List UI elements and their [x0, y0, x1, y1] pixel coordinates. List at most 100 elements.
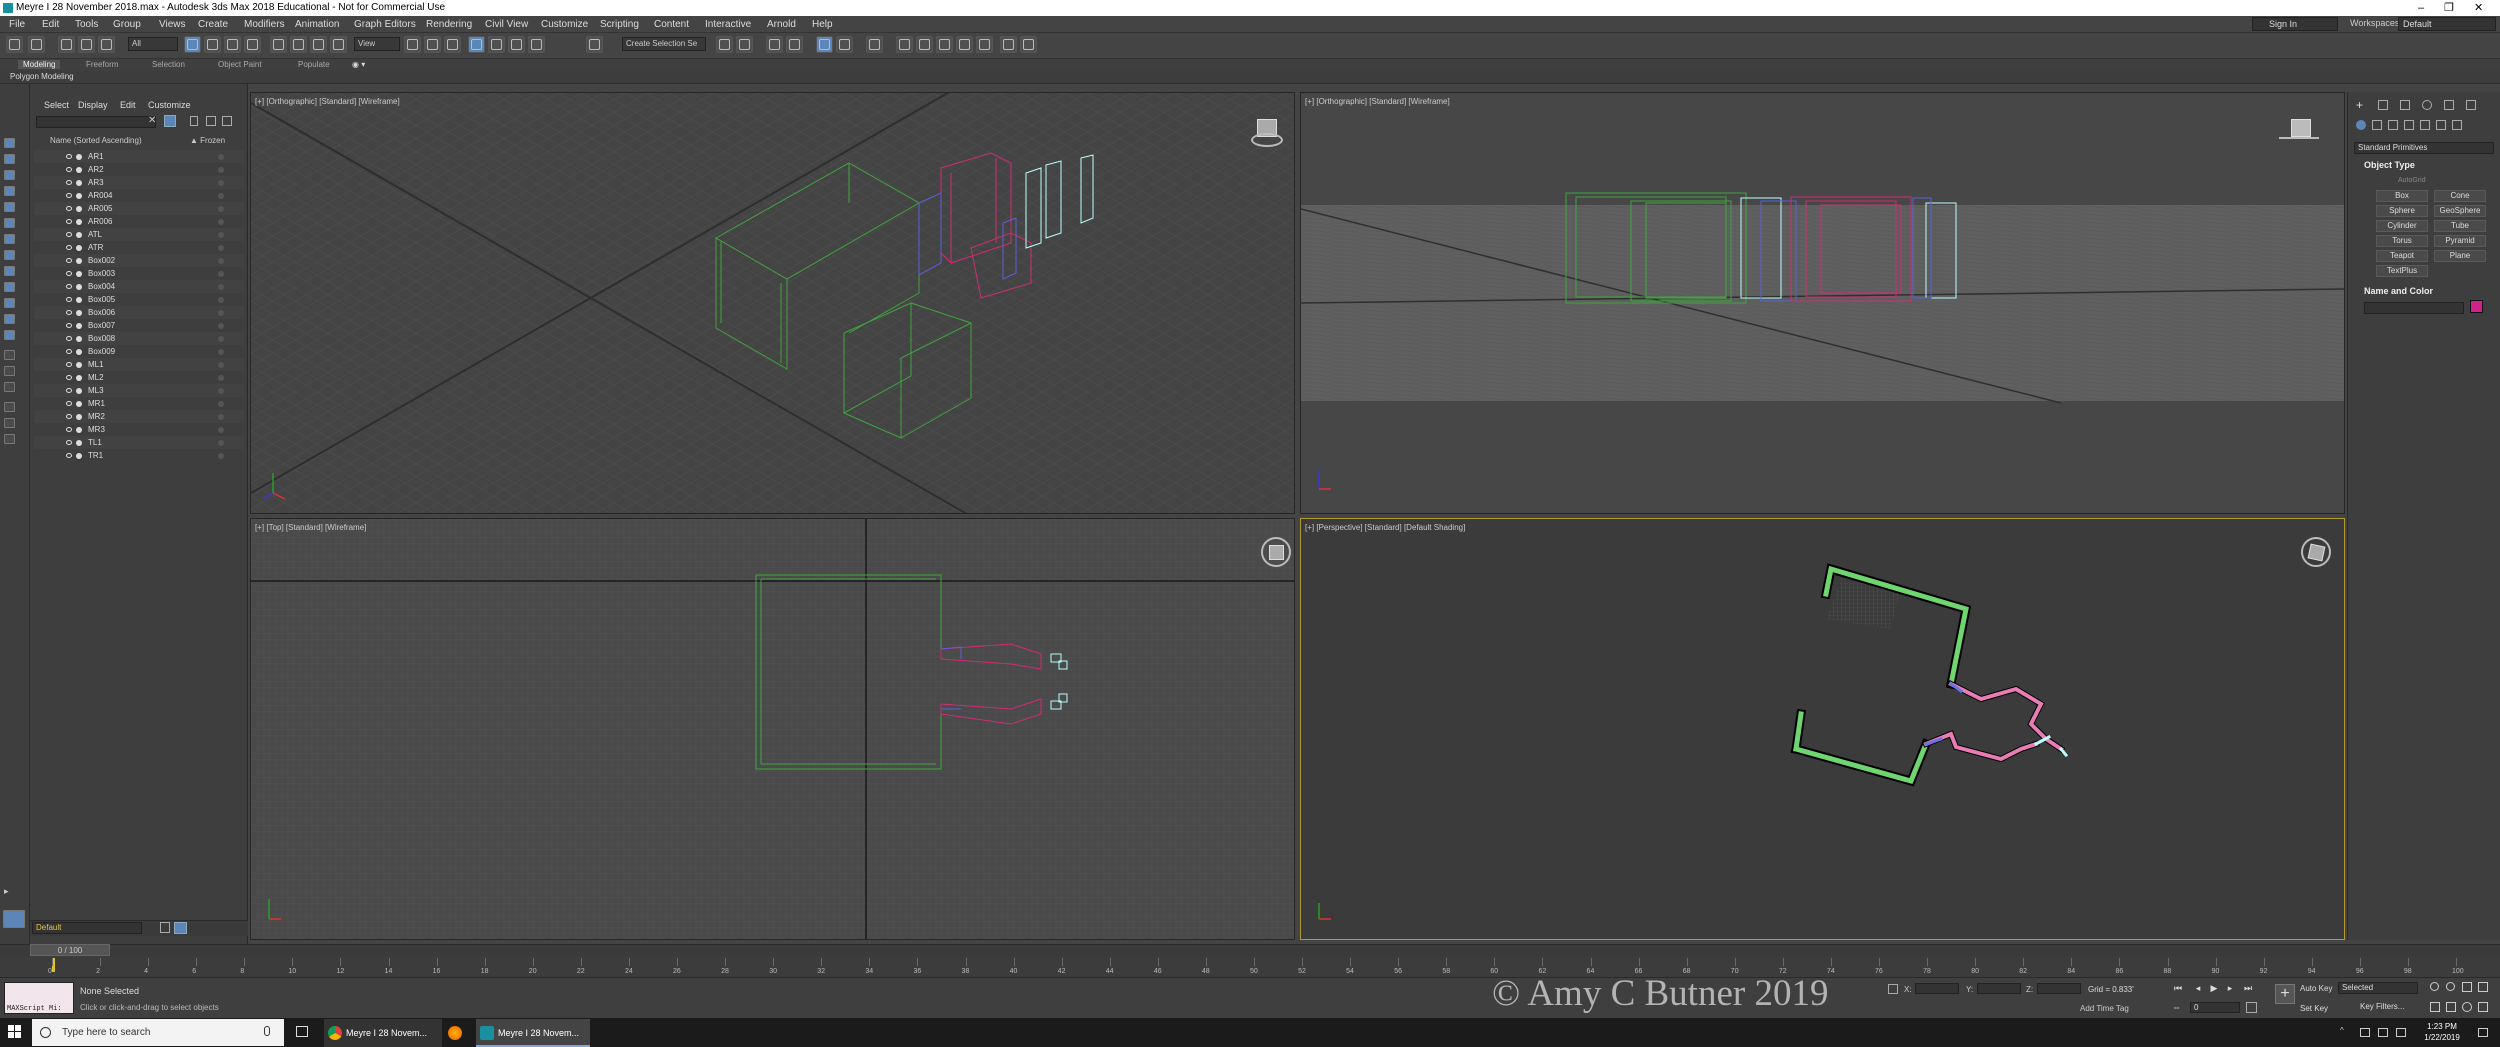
layers-toggle-icon[interactable] [222, 116, 232, 126]
play-icon[interactable]: ▶ [2208, 982, 2220, 994]
frozen-icon[interactable] [218, 388, 224, 394]
viewport-label[interactable]: [+] [Top] [Standard] [Wireframe] [255, 523, 366, 532]
window-crossing-button[interactable] [244, 36, 261, 53]
visibility-eye-icon[interactable] [66, 297, 72, 302]
network-icon[interactable] [2360, 1028, 2370, 1037]
create-plane-button[interactable]: Plane [2434, 250, 2486, 262]
scene-object-row[interactable]: Box005 [34, 293, 244, 306]
menu-civil-view[interactable]: Civil View [485, 19, 528, 30]
display-geometry-icon[interactable] [4, 154, 15, 164]
key-selection-dropdown[interactable]: Selected [2338, 982, 2418, 994]
scene-object-row[interactable]: MR3 [34, 423, 244, 436]
mirror-button[interactable] [716, 36, 733, 53]
menu-help[interactable]: Help [812, 19, 833, 30]
visibility-eye-icon[interactable] [66, 271, 72, 276]
frozen-icon[interactable] [218, 154, 224, 160]
notifications-icon[interactable] [2478, 1028, 2488, 1037]
unlink-button[interactable] [78, 36, 95, 53]
set-key-button[interactable]: Set Key [2300, 1004, 2328, 1013]
spacewarps-icon[interactable] [2436, 120, 2446, 130]
tab-select[interactable]: Select [44, 100, 69, 110]
viewport-label[interactable]: [+] [Orthographic] [Standard] [Wireframe… [1305, 97, 1450, 106]
menu-scripting[interactable]: Scripting [600, 19, 639, 30]
renderable-icon[interactable] [76, 154, 82, 160]
frozen-icon[interactable] [218, 180, 224, 186]
ribbon-toggle-button[interactable] [786, 36, 803, 53]
create-torus-button[interactable]: Torus [2376, 235, 2428, 247]
current-layer-dropdown[interactable]: Default [32, 922, 142, 934]
renderable-icon[interactable] [76, 232, 82, 238]
scene-object-row[interactable]: AR3 [34, 176, 244, 189]
select-manipulate-button[interactable] [424, 36, 441, 53]
frozen-icon[interactable] [218, 258, 224, 264]
menu-rendering[interactable]: Rendering [426, 19, 472, 30]
zoom-extents-all-icon[interactable] [2478, 982, 2488, 992]
visibility-eye-icon[interactable] [66, 440, 72, 445]
named-selection-dropdown[interactable]: Create Selection Se [622, 37, 706, 51]
render-setup-button[interactable] [896, 36, 913, 53]
primitive-category-dropdown[interactable]: Standard Primitives [2354, 142, 2494, 154]
systems-icon[interactable] [2452, 120, 2462, 130]
ribbon-tab-modeling[interactable]: Modeling [18, 60, 61, 69]
ribbon-tab-freeform[interactable]: Freeform [86, 60, 118, 69]
zoom-all-icon[interactable] [2446, 982, 2455, 991]
menu-modifiers[interactable]: Modifiers [244, 19, 285, 30]
renderable-icon[interactable] [76, 193, 82, 199]
material-editor-button[interactable] [866, 36, 883, 53]
windows-start-icon[interactable] [8, 1025, 22, 1039]
redo-button[interactable] [28, 36, 45, 53]
ribbon-tab-selection[interactable]: Selection [152, 60, 185, 69]
layer-manager-icon[interactable] [160, 922, 170, 933]
clear-search-icon[interactable]: ✕ [148, 115, 156, 126]
viewcube-icon[interactable] [1261, 537, 1291, 567]
visibility-eye-icon[interactable] [66, 375, 72, 380]
visibility-eye-icon[interactable] [66, 323, 72, 328]
x-coordinate-input[interactable] [1915, 983, 1959, 994]
viewport-orthographic-top-right[interactable]: [+] [Orthographic] [Standard] [Wireframe… [1300, 92, 2345, 514]
tab-edit[interactable]: Edit [120, 100, 136, 110]
lights-icon[interactable] [2388, 120, 2398, 130]
layer-explorer-button[interactable] [766, 36, 783, 53]
renderable-icon[interactable] [76, 245, 82, 251]
visibility-eye-icon[interactable] [66, 232, 72, 237]
minimize-button[interactable]: – [2418, 0, 2424, 16]
invert-display-icon[interactable] [4, 382, 15, 392]
viewport-label[interactable]: [+] [Orthographic] [Standard] [Wireframe… [255, 97, 400, 106]
taskbar-app-chrome[interactable]: Meyre I 28 Novem... [324, 1019, 442, 1047]
scene-object-row[interactable]: Box006 [34, 306, 244, 319]
orbit-icon[interactable] [2462, 1002, 2472, 1012]
visibility-eye-icon[interactable] [66, 453, 72, 458]
visibility-eye-icon[interactable] [66, 193, 72, 198]
frozen-icon[interactable] [218, 453, 224, 459]
selection-filter-dropdown[interactable]: All [128, 37, 178, 51]
visibility-eye-icon[interactable] [66, 258, 72, 263]
visibility-eye-icon[interactable] [66, 414, 72, 419]
viewcube-icon[interactable] [2301, 537, 2331, 567]
go-to-end-icon[interactable]: ⏭ [2242, 982, 2254, 994]
display-shapes-icon[interactable] [4, 170, 15, 180]
time-config-icon[interactable] [2246, 1002, 2257, 1013]
frozen-icon[interactable] [218, 206, 224, 212]
rotate-button[interactable] [290, 36, 307, 53]
create-box-button[interactable]: Box [2376, 190, 2428, 202]
renderable-icon[interactable] [76, 440, 82, 446]
object-type-rollout[interactable]: Object Type [2364, 160, 2415, 170]
placement-button[interactable] [330, 36, 347, 53]
fov-icon[interactable] [2430, 1002, 2440, 1012]
display-frozen-icon[interactable] [4, 314, 15, 324]
frozen-icon[interactable] [218, 440, 224, 446]
scene-object-row[interactable]: ML3 [34, 384, 244, 397]
set-key-big-icon[interactable]: + [2275, 984, 2295, 1004]
edit-named-selection-button[interactable] [586, 36, 603, 53]
renderable-icon[interactable] [76, 206, 82, 212]
a360-gallery-button[interactable] [1020, 36, 1037, 53]
undo-button[interactable] [6, 36, 23, 53]
scene-object-row[interactable]: AR005 [34, 202, 244, 215]
frozen-icon[interactable] [218, 271, 224, 277]
viewcube-icon[interactable] [1251, 117, 1283, 149]
scene-object-row[interactable]: MR2 [34, 410, 244, 423]
display-lights-icon[interactable] [4, 186, 15, 196]
link-button[interactable] [58, 36, 75, 53]
display-cameras-icon[interactable] [4, 202, 15, 212]
scene-object-row[interactable]: ATR [34, 241, 244, 254]
